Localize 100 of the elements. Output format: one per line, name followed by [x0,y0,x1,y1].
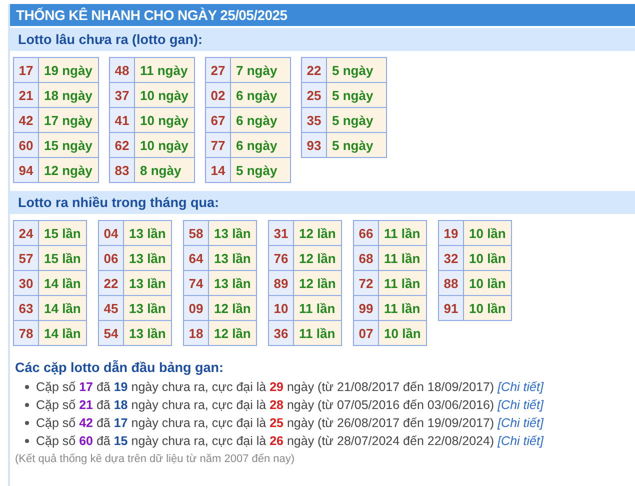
count-cell: 19 ngày [38,58,98,82]
number-cell: 66 [354,220,378,246]
count-cell: 11 lần [294,296,342,320]
number-cell: 31 [268,220,294,246]
number-cell: 30 [14,270,38,296]
number-cell: 62 [110,132,134,158]
number-cell: 22 [302,58,326,82]
count-cell: 10 ngày [134,82,194,108]
count-cell: 11 lần [294,320,342,346]
number-cell: 58 [184,220,208,246]
count-cell: 10 ngày [134,132,194,158]
count-cell: 17 ngày [38,108,98,132]
bullet-icon [25,385,29,389]
number-cell: 07 [354,320,378,346]
count-cell: 8 ngày [134,158,194,182]
pair-sentence: Cặp số 42 đã 17 ngày chưa ra, cực đại là 25 ngày (từ 26/08/2017 đến 19/09/2017) [Chi tiết] [36,416,544,430]
number-cell: 18 [184,320,208,346]
number-cell: 48 [110,58,134,82]
count-cell: 11 lần [378,246,426,270]
count-cell: 15 ngày [38,132,98,158]
count-cell: 14 lần [38,270,86,296]
count-cell: 11 ngày [134,58,194,82]
count-cell: 12 lần [208,320,256,346]
count-cell: 5 ngày [230,158,290,182]
count-cell: 14 lần [38,296,86,320]
number-cell: 22 [98,270,124,296]
count-cell: 12 lần [208,296,256,320]
detail-link[interactable]: [Chi tiết] [498,398,544,412]
number-cell: 36 [268,320,294,346]
count-cell: 5 ngày [326,108,386,132]
number-cell: 14 [206,158,230,182]
number-cell: 57 [14,246,38,270]
number-cell: 09 [184,296,208,320]
number-cell: 10 [268,296,294,320]
number-cell: 99 [354,296,378,320]
number-cell: 02 [206,82,230,108]
section-title: Lotto ra nhiều trong tháng qua: [10,191,635,214]
section-title: Các cặp lotto dẫn đầu bảng gan: [15,360,225,375]
detail-link[interactable]: [Chi tiết] [498,416,544,430]
detail-link[interactable]: [Chi tiết] [498,434,544,448]
number-cell: 45 [98,296,124,320]
number-cell: 64 [184,246,208,270]
number-cell: 60 [14,132,38,158]
count-cell: 12 lần [294,246,342,270]
number-cell: 72 [354,270,378,296]
count-cell: 13 lần [124,320,172,346]
count-cell: 11 lần [378,220,426,246]
count-cell: 5 ngày [326,58,386,82]
count-cell: 10 lần [378,320,426,346]
number-cell: 74 [184,270,208,296]
count-cell: 15 lần [38,220,86,246]
number-cell: 63 [14,296,38,320]
page-title: THỐNG KÊ NHANH CHO NGÀY 25/05/2025 [10,4,635,26]
count-cell: 7 ngày [230,58,290,82]
number-cell: 24 [14,220,38,246]
count-cell: 12 lần [294,270,342,296]
number-cell: 77 [206,132,230,158]
number-cell: 93 [302,132,326,158]
bullet-icon [25,439,29,443]
pair-sentence: Cặp số 21 đã 18 ngày chưa ra, cực đại là 28 ngày (từ 07/05/2016 đến 03/06/2016) [Chi tiết] [36,398,544,412]
count-cell: 6 ngày [230,132,290,158]
count-cell: 13 lần [124,296,172,320]
number-cell: 94 [14,158,38,182]
bullet-icon [25,403,29,407]
detail-link[interactable]: [Chi tiết] [498,380,544,394]
count-cell: 6 ngày [230,82,290,108]
count-cell: 13 lần [208,270,256,296]
number-cell: 88 [438,270,464,296]
number-cell: 04 [98,220,124,246]
count-cell: 10 lần [464,220,512,246]
count-cell: 14 lần [38,320,86,346]
count-cell: 5 ngày [326,82,386,108]
count-cell: 12 lần [294,220,342,246]
bullet-icon [25,421,29,425]
number-cell: 41 [110,108,134,132]
pair-sentence: Cặp số 60 đã 15 ngày chưa ra, cực đại là 26 ngày (từ 28/07/2024 đến 22/08/2024) [Chi tiết] [36,434,544,448]
number-cell: 42 [14,108,38,132]
count-cell: 5 ngày [326,132,386,158]
number-cell: 06 [98,246,124,270]
count-cell: 10 lần [464,296,512,320]
number-cell: 32 [438,246,464,270]
number-cell: 35 [302,108,326,132]
count-cell: 13 lần [208,220,256,246]
count-cell: 15 lần [38,246,86,270]
footnote: (Kết quả thống kê dựa trên dữ liệu từ năm 2007 đến nay) [15,453,296,465]
count-cell: 6 ngày [230,108,290,132]
count-cell: 13 lần [208,246,256,270]
number-cell: 19 [438,220,464,246]
number-cell: 78 [14,320,38,346]
number-cell: 67 [206,108,230,132]
number-cell: 21 [14,82,38,108]
count-cell: 13 lần [124,246,172,270]
count-cell: 10 lần [464,246,512,270]
count-cell: 13 lần [124,220,172,246]
count-cell: 13 lần [124,270,172,296]
section-title: Lotto lâu chưa ra (lotto gan): [10,28,635,51]
count-cell: 10 ngày [134,108,194,132]
number-cell: 54 [98,320,124,346]
count-cell: 11 lần [378,270,426,296]
count-cell: 18 ngày [38,82,98,108]
